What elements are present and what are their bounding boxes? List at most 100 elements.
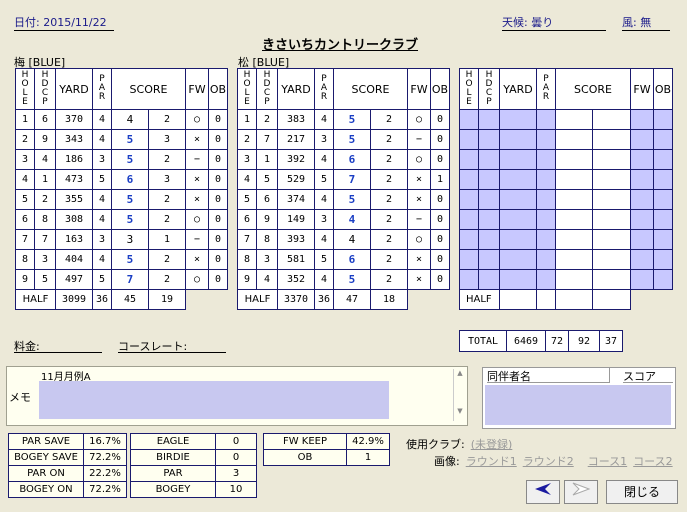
yard-value: 374 xyxy=(277,189,315,210)
image-course1-link[interactable]: コース1 xyxy=(588,455,627,468)
putt-value[interactable]: 2 xyxy=(369,249,409,270)
putt-value[interactable]: 2 xyxy=(369,149,409,170)
score-value[interactable]: 6 xyxy=(111,169,149,190)
ob-value[interactable]: 0 xyxy=(208,129,228,150)
putt-value[interactable]: 3 xyxy=(147,129,187,150)
fw-mark[interactable]: × xyxy=(407,269,431,290)
fw-mark[interactable]: × xyxy=(185,249,209,270)
fw-mark[interactable]: ○ xyxy=(407,149,431,170)
putt-value[interactable]: 2 xyxy=(147,109,187,130)
stat-value: 16.7% xyxy=(83,433,127,450)
image-round1-link[interactable]: ラウンド1 xyxy=(466,455,517,468)
putt-value[interactable]: 1 xyxy=(147,229,187,250)
total-row: TOTAL 6469 72 92 37 xyxy=(459,330,623,352)
prev-button[interactable] xyxy=(526,480,560,504)
scroll-up-icon[interactable]: ▲ xyxy=(454,369,466,377)
putt-value[interactable]: 2 xyxy=(369,229,409,250)
putt-value[interactable]: 2 xyxy=(369,169,409,190)
putt-value[interactable]: 2 xyxy=(369,109,409,130)
ob-value[interactable]: 0 xyxy=(208,149,228,170)
scorecard-blank: HOLE HDCP YARD PAR SCORE FW OB HALF xyxy=(459,68,673,310)
fw-mark[interactable]: ○ xyxy=(185,109,209,130)
ob-value[interactable]: 0 xyxy=(430,209,450,230)
ob-value[interactable]: 0 xyxy=(208,269,228,290)
putt-value[interactable]: 3 xyxy=(147,169,187,190)
ob-value[interactable]: 0 xyxy=(208,249,228,270)
stat-value: 22.2% xyxy=(83,465,127,482)
companion-list-body[interactable] xyxy=(485,385,671,425)
fw-mark[interactable]: × xyxy=(185,129,209,150)
ob-value[interactable]: 0 xyxy=(430,109,450,130)
fw-mark[interactable]: ○ xyxy=(185,209,209,230)
score-value[interactable]: 4 xyxy=(333,209,371,230)
used-clubs-link[interactable]: (未登録) xyxy=(471,438,513,451)
next-button[interactable] xyxy=(564,480,598,504)
score-value[interactable]: 7 xyxy=(111,269,149,290)
table-row: 7 7 163 3 3 1−0 xyxy=(15,229,228,250)
hdcp-value: 9 xyxy=(256,209,278,230)
par-value: 5 xyxy=(92,269,112,290)
score-value[interactable]: 5 xyxy=(111,249,149,270)
par-value: 3 xyxy=(314,209,334,230)
fw-mark[interactable]: × xyxy=(407,249,431,270)
scroll-down-icon[interactable]: ▼ xyxy=(454,407,466,415)
ob-value[interactable]: 0 xyxy=(430,229,450,250)
fw-mark[interactable]: − xyxy=(407,129,431,150)
putt-value[interactable]: 2 xyxy=(147,249,187,270)
score-value[interactable]: 3 xyxy=(111,229,149,250)
ob-value[interactable]: 0 xyxy=(208,209,228,230)
fw-mark[interactable]: × xyxy=(185,189,209,210)
memo-scrollbar[interactable]: ▲ ▼ xyxy=(453,369,466,421)
fw-mark[interactable]: ○ xyxy=(185,269,209,290)
score-value[interactable]: 5 xyxy=(333,129,371,150)
close-button[interactable]: 閉じる xyxy=(606,480,678,504)
table-row: 6 8 308 4 5 2 ○ 0 xyxy=(15,209,228,230)
ob-value[interactable]: 0 xyxy=(208,189,228,210)
image-course2-link[interactable]: コース2 xyxy=(633,455,672,468)
putt-value[interactable]: 2 xyxy=(147,149,187,170)
score-value[interactable]: 4 xyxy=(333,229,371,250)
stat-value: 0 xyxy=(215,449,257,466)
fw-mark[interactable]: ○ xyxy=(407,109,431,130)
par-value: 5 xyxy=(314,249,334,270)
putt-value[interactable]: 2 xyxy=(147,189,187,210)
fw-mark[interactable]: − xyxy=(185,229,209,250)
ob-value[interactable]: 0 xyxy=(208,109,228,130)
score-value[interactable]: 5 xyxy=(111,129,149,150)
par-value: 3 xyxy=(314,129,334,150)
image-round2-link[interactable]: ラウンド2 xyxy=(523,455,574,468)
ob-value[interactable]: 1 xyxy=(430,169,450,190)
ob-value[interactable]: 0 xyxy=(430,129,450,150)
score-value[interactable]: 5 xyxy=(111,209,149,230)
total-yard: 6469 xyxy=(506,330,546,352)
score-value[interactable]: 5 xyxy=(111,189,149,210)
fw-mark[interactable]: − xyxy=(185,149,209,170)
fw-mark[interactable]: × xyxy=(185,169,209,190)
ob-value[interactable]: 0 xyxy=(430,149,450,170)
ob-value[interactable]: 0 xyxy=(430,269,450,290)
fw-mark[interactable]: ○ xyxy=(407,229,431,250)
putt-value[interactable]: 2 xyxy=(369,209,409,230)
fw-mark[interactable]: − xyxy=(407,209,431,230)
table-row xyxy=(459,129,673,150)
ob-value[interactable]: 0 xyxy=(208,169,228,190)
putt-value[interactable]: 2 xyxy=(369,269,409,290)
score-value[interactable]: 4 xyxy=(111,109,149,130)
memo-input[interactable] xyxy=(39,381,389,419)
putt-value[interactable]: 2 xyxy=(369,189,409,210)
score-value[interactable]: 6 xyxy=(333,249,371,270)
score-value[interactable]: 5 xyxy=(333,189,371,210)
putt-value[interactable]: 2 xyxy=(147,269,187,290)
score-value[interactable]: 5 xyxy=(333,109,371,130)
ob-value[interactable]: 0 xyxy=(430,189,450,210)
score-value[interactable]: 5 xyxy=(333,269,371,290)
score-value[interactable]: 6 xyxy=(333,149,371,170)
score-value[interactable]: 7 xyxy=(333,169,371,190)
score-value[interactable]: 5 xyxy=(111,149,149,170)
ob-value[interactable]: 0 xyxy=(430,249,450,270)
ob-value[interactable]: 0 xyxy=(208,229,228,250)
putt-value[interactable]: 2 xyxy=(369,129,409,150)
fw-mark[interactable]: × xyxy=(407,189,431,210)
putt-value[interactable]: 2 xyxy=(147,209,187,230)
fw-mark[interactable]: × xyxy=(407,169,431,190)
